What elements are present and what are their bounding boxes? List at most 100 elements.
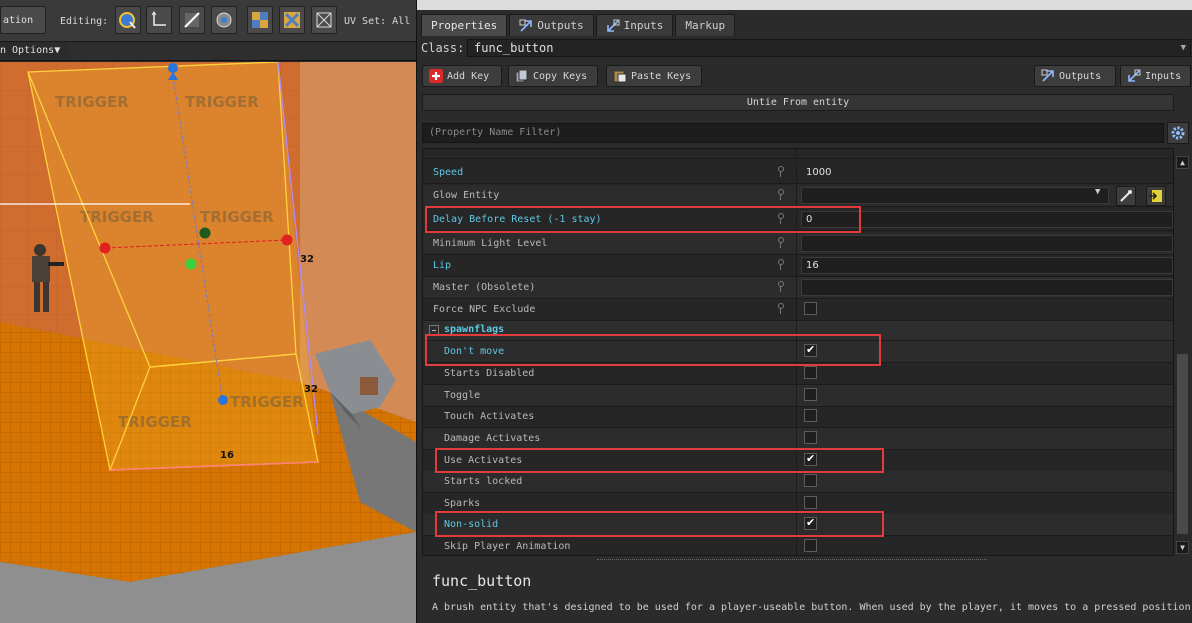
property-row-force-npc-exclude[interactable]: Force NPC Exclude	[423, 299, 1173, 321]
property-grid: Speed 1000 Glow Entity ▼ Delay Before Re…	[422, 148, 1174, 556]
outputs-icon	[1041, 69, 1054, 82]
flag-name: Skip Player Animation	[444, 541, 571, 552]
flag-row-starts-locked[interactable]: Starts locked	[423, 471, 1173, 493]
paste-keys-button[interactable]: Paste Keys	[606, 65, 702, 87]
inputs-button-label: Inputs	[1145, 70, 1182, 82]
property-row-lip[interactable]: Lip 16	[423, 255, 1173, 277]
class-row: Class: func_button ▼	[419, 39, 1191, 57]
outputs-button[interactable]: Outputs	[1034, 65, 1116, 87]
lip-field[interactable]: 16	[801, 257, 1173, 274]
scroll-up-icon[interactable]: ▲	[1176, 156, 1189, 169]
toggle-checkbox[interactable]	[804, 388, 817, 401]
flag-name: Use Activates	[444, 455, 523, 466]
handle-red-left[interactable]	[99, 242, 111, 254]
mode-button[interactable]: ation	[0, 6, 46, 34]
class-select[interactable]: func_button ▼	[467, 39, 1191, 57]
starts-locked-checkbox[interactable]	[804, 474, 817, 487]
handle-green-dark[interactable]	[199, 227, 211, 239]
handle-red-right[interactable]	[281, 234, 293, 246]
speed-value-field[interactable]: 1000	[801, 164, 1173, 181]
property-name: Force NPC Exclude	[433, 304, 536, 315]
glow-entity-select[interactable]	[801, 187, 1109, 204]
tab-inputs[interactable]: Inputs	[595, 14, 674, 36]
spawnflags-group-header[interactable]: spawnflags	[423, 321, 1173, 341]
texture-apply-icon[interactable]	[247, 6, 273, 34]
flag-name: Toggle	[444, 390, 481, 401]
key-icon	[777, 166, 784, 178]
inputs-button[interactable]: Inputs	[1120, 65, 1191, 87]
use-activates-checkbox[interactable]	[804, 452, 817, 466]
copy-keys-label: Copy Keys	[533, 70, 588, 82]
scene-render[interactable]: TRIGGER TRIGGER TRIGGER TRIGGER TRIGGER …	[0, 62, 416, 623]
flag-row-non-solid[interactable]: Non-solid	[423, 514, 1173, 536]
collapse-icon[interactable]	[429, 325, 439, 335]
flag-row-sparks[interactable]: Sparks	[423, 493, 1173, 515]
handle-blue-top[interactable]	[168, 63, 178, 73]
key-icon	[777, 303, 784, 315]
dimension-height-label: 32	[300, 254, 314, 265]
flag-name: Don't move	[444, 346, 505, 357]
key-icon	[777, 189, 784, 201]
skip-player-animation-checkbox[interactable]	[804, 539, 817, 552]
touch-activates-checkbox[interactable]	[804, 409, 817, 422]
property-filter-input[interactable]: (Property Name Filter)	[422, 123, 1164, 143]
viewport-options-label: n Options	[0, 45, 55, 56]
starts-disabled-checkbox[interactable]	[804, 366, 817, 379]
flag-name: Sparks	[444, 498, 481, 509]
minimum-light-level-field[interactable]	[801, 235, 1173, 252]
non-solid-checkbox[interactable]	[804, 516, 817, 530]
key-icon	[777, 213, 784, 225]
decal-tool-icon[interactable]	[311, 6, 337, 34]
scroll-thumb[interactable]	[1177, 354, 1188, 534]
flag-row-toggle[interactable]: Toggle	[423, 385, 1173, 407]
handle-blue-bottom[interactable]	[218, 395, 228, 405]
flag-row-dont-move[interactable]: Don't move	[423, 341, 1173, 363]
property-row-speed[interactable]: Speed 1000	[423, 162, 1173, 184]
3d-viewport[interactable]: ation Editing: UV Set: All n Options▼ TR…	[0, 0, 416, 623]
scroll-down-icon[interactable]: ▼	[1176, 541, 1189, 554]
damage-activates-checkbox[interactable]	[804, 431, 817, 444]
delay-before-reset-field[interactable]: 0	[801, 211, 1173, 228]
tab-bar: Properties Outputs Inputs Markup	[421, 14, 736, 36]
property-row-master[interactable]: Master (Obsolete)	[423, 277, 1173, 299]
filter-settings-button[interactable]	[1167, 122, 1189, 144]
tab-outputs-label: Outputs	[537, 18, 584, 32]
tab-properties[interactable]: Properties	[421, 14, 508, 36]
axis-icon[interactable]	[146, 6, 172, 34]
flag-row-skip-player-animation[interactable]: Skip Player Animation	[423, 536, 1173, 555]
vertex-tool-icon[interactable]	[211, 6, 237, 34]
dont-move-checkbox[interactable]	[804, 343, 817, 357]
copy-keys-button[interactable]: Copy Keys	[508, 65, 598, 87]
untie-from-entity-button[interactable]: Untie From entity	[422, 94, 1174, 111]
help-title: func_button	[432, 572, 532, 590]
flag-row-starts-disabled[interactable]: Starts Disabled	[423, 363, 1173, 385]
property-name: Master (Obsolete)	[433, 282, 536, 293]
flag-name: Damage Activates	[444, 433, 541, 444]
flag-row-damage-activates[interactable]: Damage Activates	[423, 428, 1173, 450]
master-field[interactable]	[801, 279, 1173, 296]
property-row-delay-before-reset[interactable]: Delay Before Reset (-1 stay) 0	[423, 209, 1173, 231]
select-entity-icon[interactable]	[1146, 186, 1166, 206]
clip-tool-icon[interactable]	[179, 6, 205, 34]
flag-row-use-activates[interactable]: Use Activates	[423, 450, 1173, 472]
force-npc-exclude-checkbox[interactable]	[804, 302, 817, 315]
tab-outputs[interactable]: Outputs	[509, 14, 594, 36]
dropdown-arrow-icon: ▼	[54, 45, 61, 56]
select-brush-icon[interactable]	[115, 6, 141, 34]
panel-splitter[interactable]	[597, 559, 987, 563]
property-row-minimum-light-level[interactable]: Minimum Light Level	[423, 233, 1173, 255]
handle-green[interactable]	[185, 258, 197, 270]
eyedropper-icon[interactable]	[1116, 186, 1136, 206]
viewport-options-menu[interactable]: n Options▼	[0, 43, 68, 59]
add-icon	[429, 69, 443, 83]
add-key-button[interactable]: Add Key	[422, 65, 502, 87]
window-title-strip	[417, 0, 1192, 10]
sparks-checkbox[interactable]	[804, 496, 817, 509]
texture-lock-icon[interactable]	[279, 6, 305, 34]
property-grid-scrollbar[interactable]: ▲ ▼	[1174, 154, 1191, 556]
property-row-glow-entity[interactable]: Glow Entity ▼	[423, 185, 1173, 207]
chevron-down-icon[interactable]: ▼	[1095, 187, 1100, 197]
property-name: Delay Before Reset (-1 stay)	[433, 214, 602, 225]
flag-row-touch-activates[interactable]: Touch Activates	[423, 406, 1173, 428]
tab-markup[interactable]: Markup	[675, 14, 736, 36]
